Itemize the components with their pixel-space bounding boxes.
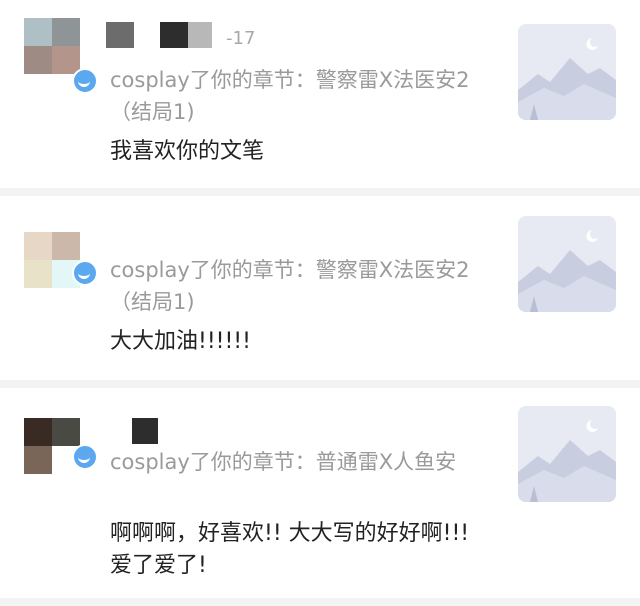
- avatar-pixel: [24, 232, 52, 260]
- avatar[interactable]: [24, 418, 80, 474]
- notification-card[interactable]: cosplay了你的章节：普通雷X人鱼安 啊啊啊，好喜欢!! 大大写的好好啊!!…: [0, 388, 640, 598]
- chapter-link[interactable]: cosplay了你的章节：警察雷X法医安2（结局1): [110, 64, 490, 128]
- obscured-username-block: [132, 418, 158, 444]
- avatar-pixel: [52, 418, 80, 446]
- landscape-placeholder-icon: [518, 216, 616, 312]
- chapter-thumbnail[interactable]: [518, 24, 616, 120]
- comment-text: 啊啊啊，好喜欢!! 大大写的好好啊!!! 爱了爱了!: [110, 521, 470, 578]
- avatar-pixel: [52, 46, 80, 74]
- timestamp: -17: [226, 28, 256, 49]
- avatar[interactable]: [24, 232, 80, 288]
- author-badge-icon: [72, 260, 98, 286]
- chapter-link[interactable]: cosplay了你的章节：警察雷X法医安2（结局1): [110, 254, 490, 318]
- notification-card[interactable]: cosplay了你的章节：警察雷X法医安2（结局1) 大大加油!!!!!!: [0, 196, 640, 380]
- avatar-pixel: [52, 18, 80, 46]
- avatar-pixel: [52, 232, 80, 260]
- username-meta: [104, 418, 404, 448]
- landscape-placeholder-icon: [518, 406, 616, 502]
- obscured-username-block: [106, 22, 134, 48]
- avatar-pixel: [24, 46, 52, 74]
- avatar-pixel: [24, 446, 52, 474]
- notification-card[interactable]: -17 cosplay了你的章节：警察雷X法医安2（结局1) 我喜欢你的文笔: [0, 0, 640, 188]
- chapter-link[interactable]: cosplay了你的章节：普通雷X人鱼安: [110, 446, 490, 478]
- chapter-thumbnail[interactable]: [518, 216, 616, 312]
- avatar-pixel: [24, 18, 52, 46]
- chapter-thumbnail[interactable]: [518, 406, 616, 502]
- landscape-placeholder-icon: [518, 24, 616, 120]
- notification-list: -17 cosplay了你的章节：警察雷X法医安2（结局1) 我喜欢你的文笔 c…: [0, 0, 640, 606]
- username-meta: -17: [104, 22, 404, 52]
- comment-text: 大大加油!!!!!!: [110, 329, 251, 354]
- author-badge-icon: [72, 68, 98, 94]
- author-badge-icon: [72, 444, 98, 470]
- avatar-pixel: [24, 418, 52, 446]
- avatar[interactable]: [24, 18, 80, 74]
- comment-text: 我喜欢你的文笔: [110, 139, 265, 164]
- obscured-username-block: [160, 22, 188, 48]
- avatar-pixel: [24, 260, 52, 288]
- obscured-username-block: [188, 22, 212, 48]
